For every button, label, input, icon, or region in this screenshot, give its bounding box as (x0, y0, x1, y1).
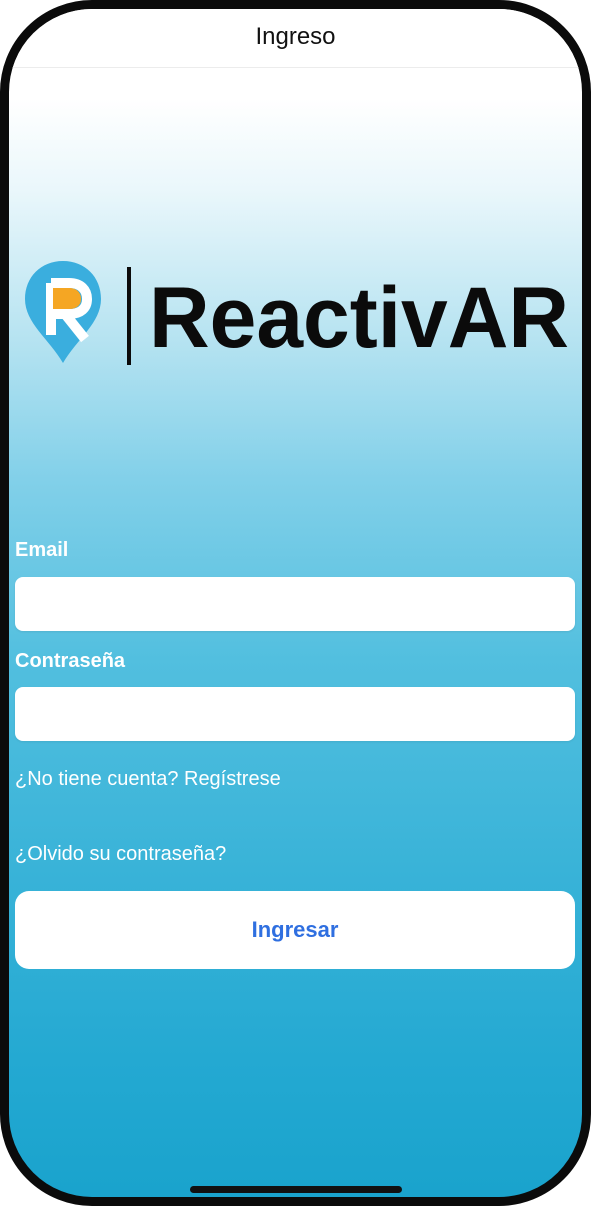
forgot-password-link[interactable]: ¿Olvido su contraseña? (15, 843, 226, 866)
password-field[interactable] (15, 687, 575, 741)
register-link[interactable]: ¿No tiene cuenta? Regístrese (15, 768, 281, 791)
home-indicator (190, 1186, 402, 1193)
email-label: Email (15, 539, 69, 561)
logo-wordmark: ReactivAR (149, 270, 569, 366)
email-field[interactable] (15, 577, 575, 631)
login-button[interactable]: Ingresar (15, 891, 575, 969)
logo-pin-icon (25, 261, 101, 363)
navigation-bar: Ingreso (9, 9, 582, 68)
phone-frame: Ingreso ReactivAR Email Contraseña ¿No t… (0, 0, 591, 1206)
page-title: Ingreso (255, 23, 336, 50)
password-label: Contraseña (15, 650, 126, 672)
app-logo: ReactivAR (23, 259, 575, 371)
